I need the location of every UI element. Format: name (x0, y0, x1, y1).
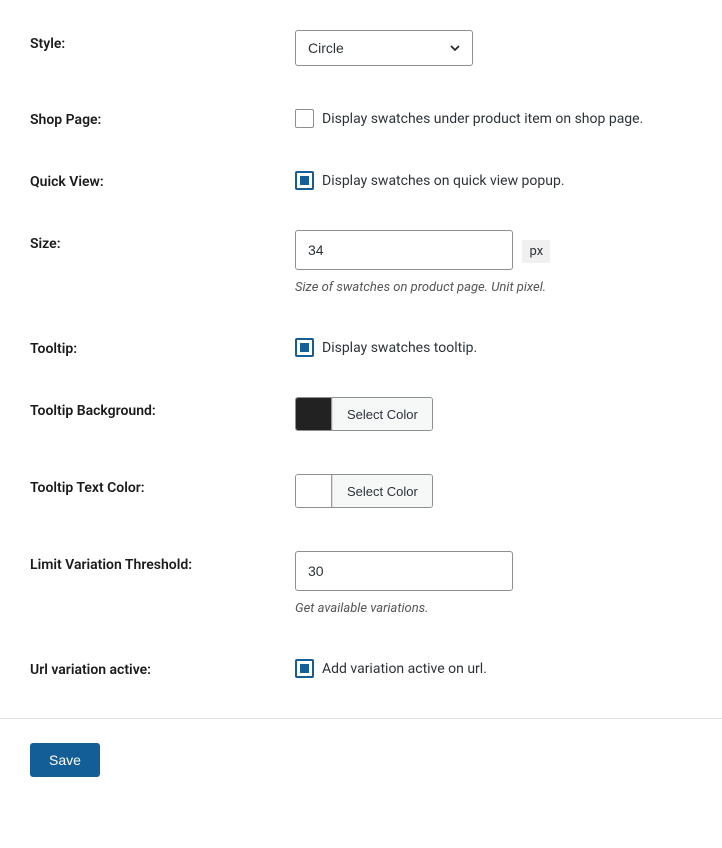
divider (0, 718, 722, 719)
tooltip-text-color-picker: Select Color (295, 474, 433, 508)
settings-form: Style: Circle Shop Page: Display swatche… (30, 30, 692, 678)
control-tooltip: Display swatches tooltip. (295, 335, 692, 357)
tooltip-text-swatch[interactable] (296, 475, 332, 507)
size-help: Size of swatches on product page. Unit p… (295, 280, 692, 295)
url-variation-checkbox-row: Add variation active on url. (295, 656, 692, 678)
tooltip-bg-swatch[interactable] (296, 398, 332, 430)
save-button[interactable]: Save (30, 743, 100, 777)
url-variation-checkbox[interactable] (295, 659, 314, 678)
shop-page-checkbox-row: Display swatches under product item on s… (295, 106, 692, 128)
tooltip-checkbox-label[interactable]: Display swatches tooltip. (322, 340, 477, 356)
control-url-variation: Add variation active on url. (295, 656, 692, 678)
control-size: px Size of swatches on product page. Uni… (295, 230, 692, 295)
style-select-wrap: Circle (295, 30, 473, 66)
row-url-variation: Url variation active: Add variation acti… (30, 656, 692, 678)
control-shop-page: Display swatches under product item on s… (295, 106, 692, 128)
tooltip-bg-select-button[interactable]: Select Color (332, 398, 432, 430)
quick-view-checkbox-label[interactable]: Display swatches on quick view popup. (322, 173, 565, 189)
tooltip-checkbox[interactable] (295, 338, 314, 357)
label-tooltip: Tooltip: (30, 335, 295, 357)
tooltip-bg-color-picker: Select Color (295, 397, 433, 431)
limit-threshold-input[interactable] (295, 551, 513, 591)
row-limit-threshold: Limit Variation Threshold: Get available… (30, 551, 692, 616)
row-quick-view: Quick View: Display swatches on quick vi… (30, 168, 692, 190)
label-style: Style: (30, 30, 295, 52)
size-unit: px (522, 240, 550, 263)
control-limit-threshold: Get available variations. (295, 551, 692, 616)
style-select[interactable]: Circle (295, 30, 473, 66)
shop-page-checkbox[interactable] (295, 109, 314, 128)
label-tooltip-text: Tooltip Text Color: (30, 474, 295, 496)
label-limit-threshold: Limit Variation Threshold: (30, 551, 295, 573)
tooltip-text-select-button[interactable]: Select Color (332, 475, 432, 507)
row-tooltip-bg: Tooltip Background: Select Color (30, 397, 692, 434)
control-tooltip-bg: Select Color (295, 397, 692, 434)
row-tooltip: Tooltip: Display swatches tooltip. (30, 335, 692, 357)
row-size: Size: px Size of swatches on product pag… (30, 230, 692, 295)
row-tooltip-text: Tooltip Text Color: Select Color (30, 474, 692, 511)
limit-threshold-help: Get available variations. (295, 601, 692, 616)
label-tooltip-bg: Tooltip Background: (30, 397, 295, 419)
label-shop-page: Shop Page: (30, 106, 295, 128)
label-size: Size: (30, 230, 295, 252)
quick-view-checkbox-row: Display swatches on quick view popup. (295, 168, 692, 190)
row-shop-page: Shop Page: Display swatches under produc… (30, 106, 692, 128)
control-tooltip-text: Select Color (295, 474, 692, 511)
label-url-variation: Url variation active: (30, 656, 295, 678)
label-quick-view: Quick View: (30, 168, 295, 190)
quick-view-checkbox[interactable] (295, 171, 314, 190)
control-quick-view: Display swatches on quick view popup. (295, 168, 692, 190)
url-variation-checkbox-label[interactable]: Add variation active on url. (322, 661, 487, 677)
row-style: Style: Circle (30, 30, 692, 66)
shop-page-checkbox-label[interactable]: Display swatches under product item on s… (322, 111, 643, 127)
size-input[interactable] (295, 230, 513, 270)
control-style: Circle (295, 30, 692, 66)
tooltip-checkbox-row: Display swatches tooltip. (295, 335, 692, 357)
